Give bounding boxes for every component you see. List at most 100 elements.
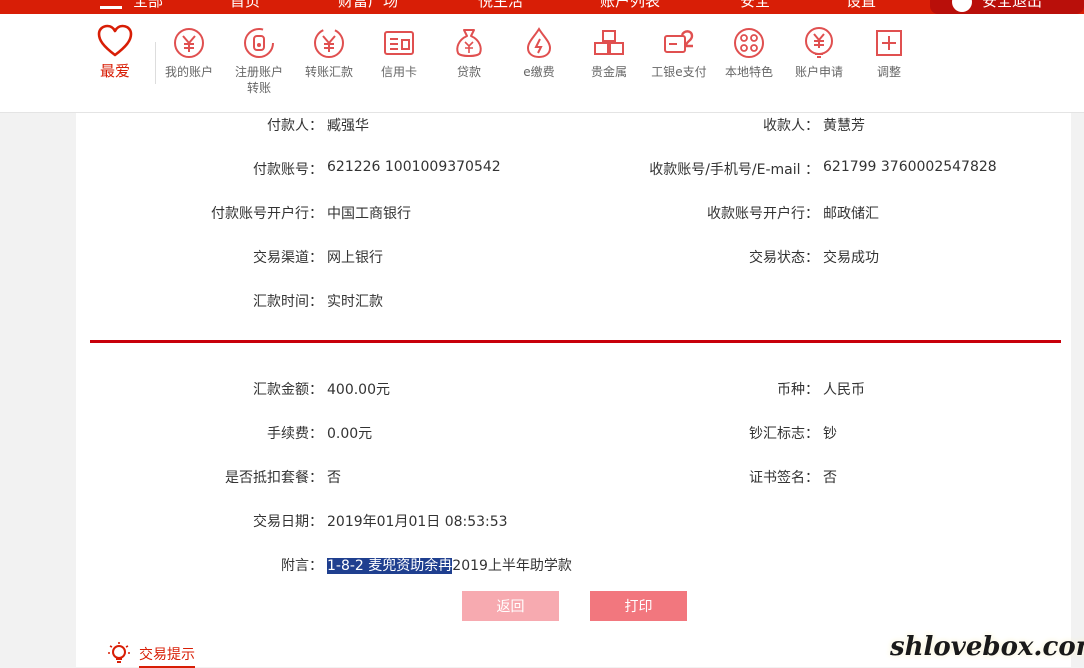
detail-row-amount: 汇款金额： 400.00元 币种： 人民币	[76, 379, 1071, 399]
cert-value: 否	[823, 470, 837, 486]
nav-accounts[interactable]: 账户列表	[600, 0, 660, 11]
func-label: 调整	[876, 65, 901, 79]
detail-row-memo: 附言： 1-8-2 麦兜资助余冉2019上半年助学款	[76, 555, 1071, 575]
detail-row-fee: 手续费： 0.00元 钞汇标志： 钞	[76, 423, 1071, 443]
cert-label: 证书签名：	[749, 470, 819, 486]
memo-value: 1-8-2 麦兜资助余冉2019上半年助学款	[327, 555, 572, 575]
func-credit-card[interactable]: 信用卡	[364, 26, 434, 80]
func-label: 我的账户	[164, 65, 213, 79]
payee-bank-label: 收款账号开户行：	[707, 206, 819, 222]
gold-bars-icon	[592, 26, 626, 60]
func-label: 工银e支付	[651, 65, 707, 79]
account-apply-icon	[802, 26, 836, 60]
package-label: 是否抵扣套餐：	[225, 470, 323, 486]
func-account-apply[interactable]: 账户申请	[784, 26, 854, 80]
detail-row-time: 汇款时间： 实时汇款	[76, 291, 1071, 311]
credit-card-icon	[382, 26, 416, 60]
func-label: 本地特色	[724, 65, 773, 79]
memo-selected-text: 1-8-2 麦兜资助余冉	[327, 558, 453, 574]
tab-transaction-tips[interactable]: 交易提示	[139, 644, 195, 668]
date-value: 2019年01月01日 08:53:53	[327, 514, 508, 530]
top-nav-bar: 全部 首页 财富广场 悦生活 账户列表 安全 设置 安全退出	[0, 0, 1084, 14]
channel-value: 网上银行	[327, 250, 383, 266]
plus-box-icon	[872, 26, 906, 60]
favorite-button[interactable]: 最爱	[90, 24, 140, 81]
date-label: 交易日期：	[253, 514, 323, 530]
func-label: e缴费	[523, 65, 555, 79]
back-button[interactable]: 返回	[462, 591, 559, 621]
channel-label: 交易渠道：	[253, 250, 323, 266]
logout-label: 安全退出	[982, 0, 1043, 10]
transaction-detail-panel: 付款人： 臧强华 收款人： 黄慧芳 付款账号： 621226 100100937…	[76, 113, 1071, 628]
nav-security[interactable]: 安全	[740, 0, 770, 11]
payee-account-label: 收款账号/手机号/E-mail ：	[649, 162, 819, 178]
func-label: 贵金属	[590, 65, 627, 79]
money-bag-icon	[452, 26, 486, 60]
detail-row-package: 是否抵扣套餐： 否 证书签名： 否	[76, 467, 1071, 487]
logout-button[interactable]: 安全退出	[930, 0, 1084, 14]
heart-icon	[97, 24, 133, 57]
memo-label: 附言：	[281, 558, 323, 574]
func-epayment[interactable]: e缴费	[504, 26, 574, 80]
local-icon	[732, 26, 766, 60]
detail-row-payer: 付款人： 臧强华 收款人： 黄慧芳	[76, 115, 1071, 135]
func-label: 转账汇款	[304, 65, 353, 79]
logout-icon	[952, 0, 972, 12]
func-loan[interactable]: 贷款	[434, 26, 504, 80]
currency-label: 币种：	[777, 382, 819, 398]
watermark: shlovebox.com	[890, 632, 1084, 662]
cash-flag-value: 钞	[823, 426, 837, 442]
func-precious-metal[interactable]: 贵金属	[574, 26, 644, 80]
func-transfer[interactable]: 转账汇款	[294, 26, 364, 80]
fee-value: 0.00元	[327, 426, 373, 442]
payer-value: 臧强华	[327, 118, 369, 134]
func-adjust[interactable]: 调整	[854, 26, 924, 80]
fee-label: 手续费：	[267, 426, 323, 442]
section-divider	[90, 340, 1061, 343]
print-button[interactable]: 打印	[590, 591, 687, 621]
status-label: 交易状态：	[749, 250, 819, 266]
favorite-label: 最爱	[99, 62, 130, 80]
payer-account-value: 621226 1001009370542	[327, 159, 501, 175]
currency-value: 人民币	[823, 382, 865, 398]
nav-wealth[interactable]: 财富广场	[338, 0, 398, 11]
yuan-circle-icon	[172, 26, 206, 60]
payee-bank-value: 邮政储汇	[823, 206, 879, 222]
payer-label: 付款人：	[267, 118, 323, 134]
detail-row-channel: 交易渠道： 网上银行 交易状态： 交易成功	[76, 247, 1071, 267]
nav-settings[interactable]: 设置	[846, 0, 876, 11]
cash-flag-label: 钞汇标志：	[749, 426, 819, 442]
time-value: 实时汇款	[327, 294, 383, 310]
payer-bank-label: 付款账号开户行：	[211, 206, 323, 222]
payee-account-value: 621799 3760002547828	[823, 159, 997, 175]
func-epay[interactable]: 工银e支付	[644, 26, 714, 80]
register-transfer-icon	[242, 26, 276, 60]
amount-label: 汇款金额：	[253, 382, 323, 398]
payee-value: 黄慧芳	[823, 118, 865, 134]
nav-all[interactable]: 全部	[133, 0, 163, 11]
payee-label: 收款人：	[763, 118, 819, 134]
time-label: 汇款时间：	[253, 294, 323, 310]
package-value: 否	[327, 470, 341, 486]
function-bar: 最爱 我的账户 注册账户 转账 转账汇款 信用卡 贷款 e缴费 贵金属 工银e支…	[0, 14, 1084, 113]
func-local[interactable]: 本地特色	[714, 26, 784, 80]
lightbulb-icon	[108, 642, 130, 663]
transfer-icon	[312, 26, 346, 60]
payer-account-label: 付款账号：	[253, 162, 323, 178]
nav-life[interactable]: 悦生活	[478, 0, 523, 11]
amount-value: 400.00元	[327, 382, 390, 398]
func-label: 注册账户 转账	[234, 65, 283, 95]
menu-icon[interactable]	[100, 0, 122, 9]
func-my-account[interactable]: 我的账户	[154, 26, 224, 80]
memo-rest-text: 2019上半年助学款	[452, 558, 572, 574]
detail-row-account: 付款账号： 621226 1001009370542 收款账号/手机号/E-ma…	[76, 159, 1071, 179]
detail-row-date: 交易日期： 2019年01月01日 08:53:53	[76, 511, 1071, 531]
detail-row-bank: 付款账号开户行： 中国工商银行 收款账号开户行： 邮政储汇	[76, 203, 1071, 223]
func-register-transfer[interactable]: 注册账户 转账	[224, 26, 294, 96]
func-label: 信用卡	[380, 65, 417, 79]
func-label: 账户申请	[794, 65, 843, 79]
payment-drop-icon	[522, 26, 556, 60]
func-label: 贷款	[456, 65, 481, 79]
status-value: 交易成功	[823, 250, 879, 266]
nav-home[interactable]: 首页	[230, 0, 260, 11]
